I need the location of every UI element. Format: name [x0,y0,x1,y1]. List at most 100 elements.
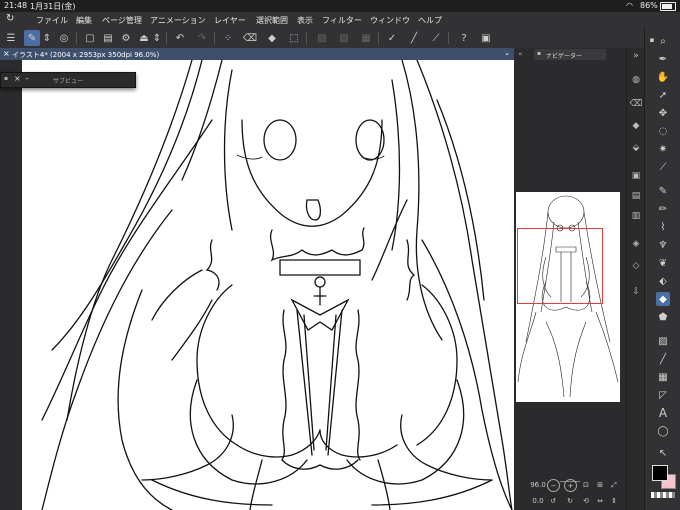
chevron-right-icon[interactable]: » [630,50,642,62]
status-battery: 86% [640,1,658,10]
pen-line-icon[interactable]: ╱ [406,30,422,46]
navigator-thumbnail[interactable] [516,192,620,402]
menu-item-window[interactable]: ウィンドウ [370,15,410,26]
import-icon[interactable]: ⇩ [630,286,642,298]
zoom-tool-icon[interactable]: ⌕ [656,34,670,48]
flip-vertical-icon[interactable]: ⇕ [608,495,620,507]
layer-mask-icon[interactable]: ▥ [630,210,642,222]
layers-icon[interactable]: ◇ [630,260,642,272]
hand-tool-icon[interactable]: ✋ [656,70,670,84]
menu-item-view[interactable]: 表示 [297,15,313,26]
blend-tool-icon[interactable]: ⬖ [656,274,670,288]
brush-tool-icon[interactable]: ⌇ [656,220,670,234]
rotate-left-icon[interactable]: ↺ [547,495,559,507]
canvas-area[interactable] [0,60,514,510]
lock-layer-icon[interactable]: ⬙ [630,142,642,154]
toolbar-divider [306,32,307,44]
move-tool-icon[interactable]: ✥ [656,106,670,120]
tab-navigator[interactable]: ▪ ナビゲーター [534,49,606,60]
balloon-tool-icon[interactable]: ◯ [656,424,670,438]
rotation-value[interactable]: 0.0 [530,496,546,506]
zoom-out-icon[interactable]: − [547,479,560,492]
save-icon[interactable]: ▤ [100,30,116,46]
menu-bar: ↻ ファイル 編集 ページ管理 アニメーション レイヤー 選択範囲 表示 フィル… [0,12,680,28]
pencil-tool-icon[interactable]: ✏ [656,202,670,216]
subview-panel[interactable]: ▪ × – サブビュー [0,72,136,88]
zoom-in-icon[interactable]: + [564,479,577,492]
simplified-mode-icon[interactable]: ✎ [24,30,40,46]
gradient-tool-icon[interactable]: ▨ [656,334,670,348]
ruler-tool-icon[interactable]: ◸ [656,388,670,402]
close-icon[interactable]: × [3,49,10,58]
decoration-tool-icon[interactable]: ❦ [656,256,670,270]
document-title: イラスト4* (2004 x 2953px 350dpi 96.0%) [12,51,160,59]
clear-icon[interactable]: ⌫ [242,30,258,46]
main-color-swatch[interactable] [652,465,668,481]
menu-list-icon[interactable]: ☰ [3,30,19,46]
menu-item-animation[interactable]: アニメーション [150,15,206,26]
fullscreen-icon[interactable]: ⤢ [608,479,620,491]
toolbar-divider [448,32,449,44]
layer-list-icon[interactable]: ▤ [630,190,642,202]
paint-brush-tool-icon[interactable]: ♆ [656,238,670,252]
brush-line-icon[interactable]: ⟋ [428,30,444,46]
menu-item-edit[interactable]: 編集 [76,15,92,26]
gallery-icon[interactable]: ◎ [56,30,72,46]
help-icon[interactable]: ? [456,30,472,46]
print-icon[interactable]: ⏏ [136,30,152,46]
text-tool-icon[interactable]: A [656,406,670,420]
chevron-updown-icon[interactable]: ⇕ [152,30,162,46]
rotate-right-icon[interactable]: ↻ [564,495,576,507]
settings-icon[interactable]: ⚙ [118,30,134,46]
menu-item-file[interactable]: ファイル [36,15,68,26]
actual-size-icon[interactable]: ⊞ [594,479,606,491]
pen-nib-tool-icon[interactable]: ✎ [656,184,670,198]
navigator-view-frame[interactable] [517,228,603,304]
chevron-down-icon[interactable]: ⌄ [504,49,510,57]
menu-item-page[interactable]: ページ管理 [102,15,142,26]
redo-icon[interactable]: ↷ [194,30,210,46]
pen-check-icon[interactable]: ✓ [384,30,400,46]
new-file-icon[interactable]: ▢ [82,30,98,46]
menu-item-selection[interactable]: 選択範囲 [256,15,288,26]
fill-icon[interactable]: ◆ [264,30,280,46]
color-wheel-icon[interactable]: ◍ [630,74,642,86]
minimize-icon[interactable]: – [25,74,29,83]
fill-layer-icon[interactable]: ◆ [630,120,642,132]
toolbar-divider [214,32,215,44]
layers-stack-icon[interactable]: ◈ [630,238,642,250]
document-tab[interactable]: × イラスト4* (2004 x 2953px 350dpi 96.0%) ⌄ [0,48,514,60]
frame-tool-icon[interactable]: ▦ [656,370,670,384]
eraser-tool-icon[interactable]: ◆ [656,292,670,306]
lineart-illustration [41,60,513,510]
window-icon[interactable]: ▣ [478,30,494,46]
magic-wand-tool-icon[interactable]: ✷ [656,142,670,156]
correct-line-tool-icon[interactable]: ↖ [656,446,670,460]
lasso-tool-icon[interactable]: ◌ [656,124,670,138]
chevron-left-icon[interactable]: « [518,50,522,58]
disabled-invert-icon: ▧ [339,32,349,44]
zoom-value[interactable]: 96.0 [530,480,546,490]
flip-horizontal-icon[interactable]: ⇔ [594,495,606,507]
fill-tool-icon[interactable]: ⬟ [656,310,670,324]
undo-icon[interactable]: ↶ [172,30,188,46]
reset-rotation-icon[interactable]: ⟲ [580,495,592,507]
pen-tool-icon[interactable]: ✒ [656,52,670,66]
app-logo-icon[interactable]: ↻ [6,13,14,24]
color-swatches[interactable] [651,464,676,489]
figure-tool-icon[interactable]: ╱ [656,352,670,366]
close-icon[interactable]: × [14,74,21,83]
menu-item-help[interactable]: ヘルプ [418,15,442,26]
deselect-icon[interactable]: ⁘ [220,30,236,46]
eraser-layer-icon[interactable]: ⌫ [630,98,643,110]
transform-icon[interactable]: ⬚ [286,30,302,46]
drawing-canvas[interactable] [22,60,514,510]
fit-icon[interactable]: ⊡ [580,479,592,491]
layer-props-icon[interactable]: ▣ [630,170,642,182]
operation-tool-icon[interactable]: ➚ [656,88,670,102]
transparent-color-swatch[interactable] [651,492,675,498]
menu-item-filter[interactable]: フィルター [322,15,362,26]
eyedropper-tool-icon[interactable]: ⟋ [656,160,670,174]
menu-item-layer[interactable]: レイヤー [214,15,246,26]
chevron-updown-icon[interactable]: ⇕ [42,30,52,46]
